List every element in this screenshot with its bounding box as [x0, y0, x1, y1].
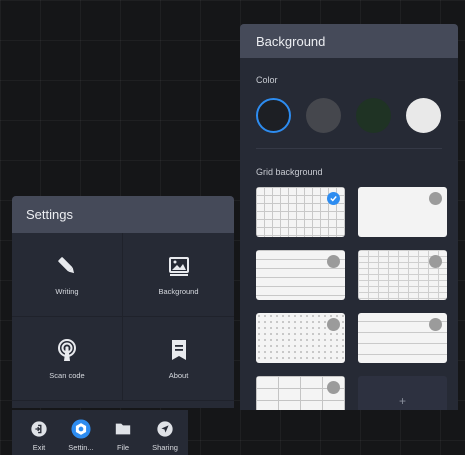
settings-icon — [71, 419, 91, 439]
unselected-indicator — [429, 192, 442, 205]
grid-tile-tall-grid[interactable] — [358, 250, 447, 300]
bottom-toolbar: Exit Settin... File Sharing — [12, 410, 188, 455]
background-option[interactable]: Background — [123, 233, 234, 317]
image-icon — [166, 253, 192, 279]
bookmark-icon — [166, 337, 192, 363]
unselected-indicator — [327, 381, 340, 394]
folder-icon — [113, 419, 133, 439]
unselected-indicator — [429, 255, 442, 268]
settings-panel: Settings Writing Background Scan code Ab… — [12, 196, 234, 408]
background-title: Background — [240, 24, 458, 58]
file-button[interactable]: File — [102, 410, 144, 455]
grid-background-options: + — [240, 187, 458, 410]
settings-button[interactable]: Settin... — [60, 410, 102, 455]
sharing-label: Sharing — [152, 443, 178, 452]
scan-code-label: Scan code — [49, 371, 85, 380]
unselected-indicator — [327, 318, 340, 331]
unselected-indicator — [429, 318, 442, 331]
scan-code-option[interactable]: Scan code — [12, 317, 123, 401]
settings-grid: Writing Background Scan code About — [12, 233, 234, 401]
grid-tile-boxes[interactable] — [256, 376, 345, 410]
grid-tile-plain[interactable] — [358, 187, 447, 237]
broadcast-icon — [54, 337, 80, 363]
about-option[interactable]: About — [123, 317, 234, 401]
sharing-button[interactable]: Sharing — [144, 410, 186, 455]
share-icon — [155, 419, 175, 439]
grid-tile-lines[interactable] — [256, 250, 345, 300]
writing-option[interactable]: Writing — [12, 233, 123, 317]
grid-tile-grid[interactable] — [256, 187, 345, 237]
writing-label: Writing — [55, 287, 79, 296]
settings-label: Settin... — [68, 443, 94, 452]
grid-tile-wide-lines[interactable] — [358, 313, 447, 363]
color-swatch-dark-green[interactable] — [356, 98, 391, 133]
exit-label: Exit — [32, 443, 46, 452]
about-label: About — [168, 371, 189, 380]
grid-background-label: Grid background — [256, 167, 323, 177]
grid-tile-dots[interactable] — [256, 313, 345, 363]
add-grid-button[interactable]: + — [358, 376, 447, 410]
exit-button[interactable]: Exit — [18, 410, 60, 455]
color-swatch-white[interactable] — [406, 98, 441, 133]
settings-title: Settings — [12, 196, 234, 233]
color-swatches — [240, 98, 458, 133]
color-swatch-black[interactable] — [256, 98, 291, 133]
plus-icon: + — [398, 394, 406, 408]
checkmark-icon — [327, 192, 340, 205]
background-panel: Background Color Grid background + — [240, 24, 458, 410]
exit-icon — [29, 419, 49, 439]
file-label: File — [116, 443, 130, 452]
background-label: Background — [158, 287, 199, 296]
section-divider — [256, 148, 442, 149]
pen-icon — [54, 253, 80, 279]
color-label: Color — [256, 75, 278, 85]
color-swatch-dark-gray[interactable] — [306, 98, 341, 133]
unselected-indicator — [327, 255, 340, 268]
